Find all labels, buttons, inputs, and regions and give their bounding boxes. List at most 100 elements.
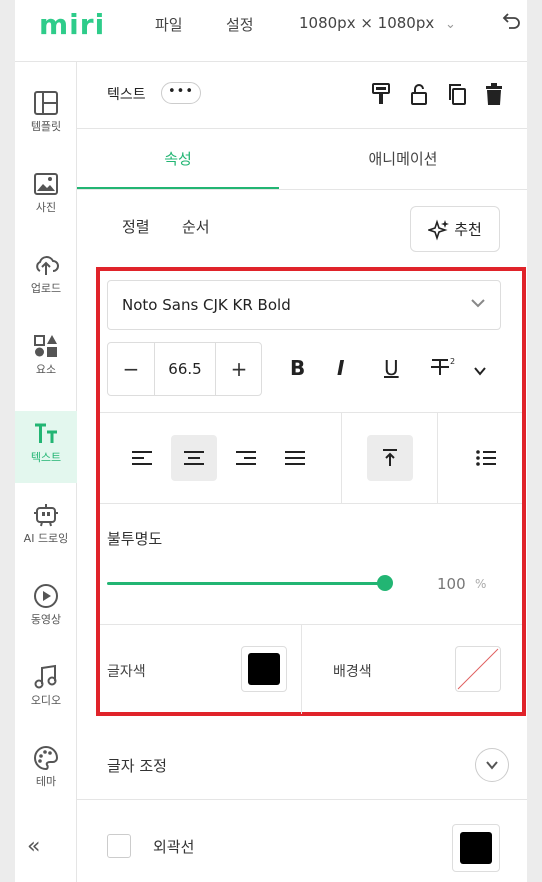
template-icon [34,91,58,115]
panel-tabs: 속성 애니메이션 [77,128,527,190]
divider [341,413,342,503]
opacity-slider-track[interactable] [107,582,385,585]
elements-icon [34,335,57,357]
align-center-button[interactable] [171,435,217,481]
canvas-size-selector[interactable]: 1080px × 1080px ⌄ [299,14,456,32]
bold-button[interactable]: B [290,356,305,380]
sidebar-item-text[interactable]: 텍스트 [15,411,77,483]
vertical-align-top-button[interactable] [367,435,413,481]
align-top-icon [383,449,397,466]
video-icon [34,584,58,608]
align-justify-icon [285,451,305,465]
divider [437,413,438,503]
background-color-label: 배경색 [333,664,372,680]
top-bar: miri 파일 설정 1080px × 1080px ⌄ [15,0,527,62]
chevron-down-icon: ⌄ [445,17,456,32]
align-right-icon [236,451,256,465]
text-icon [35,423,57,443]
sidebar-label: 템플릿 [30,120,62,133]
audio-icon [34,664,57,689]
tab-animation[interactable]: 애니메이션 [279,129,527,189]
align-right-button[interactable] [223,435,269,481]
background-color-swatch[interactable] [455,646,501,692]
text-adjust-section[interactable]: 글자 조정 [77,730,527,800]
menu-settings[interactable]: 설정 [226,14,254,35]
outline-checkbox[interactable] [107,834,131,858]
opacity-label: 불투명도 [107,530,163,548]
format-paint-icon[interactable] [369,82,393,106]
divider [100,624,522,625]
font-family-value: Noto Sans CJK KR Bold [122,296,291,314]
sparkle-icon [426,218,450,241]
miri-logo[interactable]: miri [39,8,105,41]
sidebar-label: 업로드 [30,282,62,295]
chevron-down-icon[interactable] [473,364,487,378]
menu-file[interactable]: 파일 [155,14,183,35]
sidebar-item-ai-drawing[interactable]: AI 드로잉 [15,492,77,564]
chevron-down-icon [486,761,498,770]
sidebar-item-upload[interactable]: 업로드 [15,242,77,314]
text-adjust-label: 글자 조정 [107,757,167,775]
opacity-value[interactable]: 100 [437,575,466,593]
order-subtab[interactable]: 순서 [182,216,210,237]
opacity-slider-handle[interactable] [377,575,393,591]
font-family-select[interactable]: Noto Sans CJK KR Bold [107,280,501,330]
divider [100,412,522,413]
tab-properties[interactable]: 속성 [77,129,279,189]
font-size-stepper: − 66.5 + [107,342,262,396]
app-frame: miri 파일 설정 1080px × 1080px ⌄ 템플릿 사진 업로드 … [15,0,527,882]
undo-icon[interactable] [501,12,521,37]
bulleted-list-icon [476,450,496,466]
sidebar-label: AI 드로잉 [23,532,69,545]
outline-label: 외곽선 [153,838,195,856]
font-size-value[interactable]: 66.5 [154,343,216,395]
text-color-swatch[interactable] [241,646,287,692]
photo-icon [34,173,58,195]
strikethrough-icon[interactable]: 2 [429,356,457,378]
no-color-icon [457,648,499,690]
recommend-label: 추천 [454,220,482,239]
canvas-size-label: 1080px × 1080px [299,14,435,32]
ai-drawing-icon [34,504,58,527]
outline-color-swatch[interactable] [452,824,500,872]
sidebar-label: 요소 [35,363,57,376]
align-center-icon [184,451,204,465]
divider [301,625,302,714]
sidebar: 템플릿 사진 업로드 요소 텍스트 AI 드로잉 동영상 오디오 테마 « [15,62,77,882]
collapse-sidebar-icon[interactable]: « [27,834,40,859]
underline-button[interactable]: U [384,356,399,380]
trash-icon[interactable] [482,82,506,106]
decrease-size-button[interactable]: − [108,343,154,395]
sidebar-label: 사진 [35,201,57,214]
palette-icon [34,745,59,771]
list-button[interactable] [463,435,509,481]
sidebar-label: 텍스트 [30,451,62,464]
sidebar-item-video[interactable]: 동영상 [15,573,77,645]
recommend-button[interactable]: 추천 [410,206,500,252]
upload-icon [36,256,59,275]
unlock-icon[interactable] [407,82,431,106]
expand-button[interactable] [475,748,509,782]
text-color-fill [248,653,280,685]
italic-button[interactable]: I [337,356,344,380]
copy-icon[interactable] [445,82,469,106]
align-subtab[interactable]: 정렬 [122,216,150,237]
sidebar-item-photo[interactable]: 사진 [15,161,77,233]
sidebar-label: 오디오 [30,694,62,707]
more-options-button[interactable]: ••• [161,82,201,104]
increase-size-button[interactable]: + [216,343,262,395]
sidebar-item-template[interactable]: 템플릿 [15,80,77,152]
sidebar-label: 동영상 [30,613,62,626]
align-justify-button[interactable] [272,435,318,481]
sidebar-item-elements[interactable]: 요소 [15,323,77,395]
text-property-panel: 텍스트 ••• 속성 애니메이션 정렬 순서 추천 Noto Sans CJK … [77,62,527,882]
panel-title: 텍스트 [107,87,146,103]
text-color-label: 글자색 [107,664,146,680]
divider [100,503,522,504]
sidebar-label: 테마 [35,775,57,788]
opacity-unit: % [475,577,487,591]
svg-text:2: 2 [450,357,455,366]
sidebar-item-theme[interactable]: 테마 [15,735,77,807]
align-left-button[interactable] [119,435,165,481]
sidebar-item-audio[interactable]: 오디오 [15,654,77,726]
